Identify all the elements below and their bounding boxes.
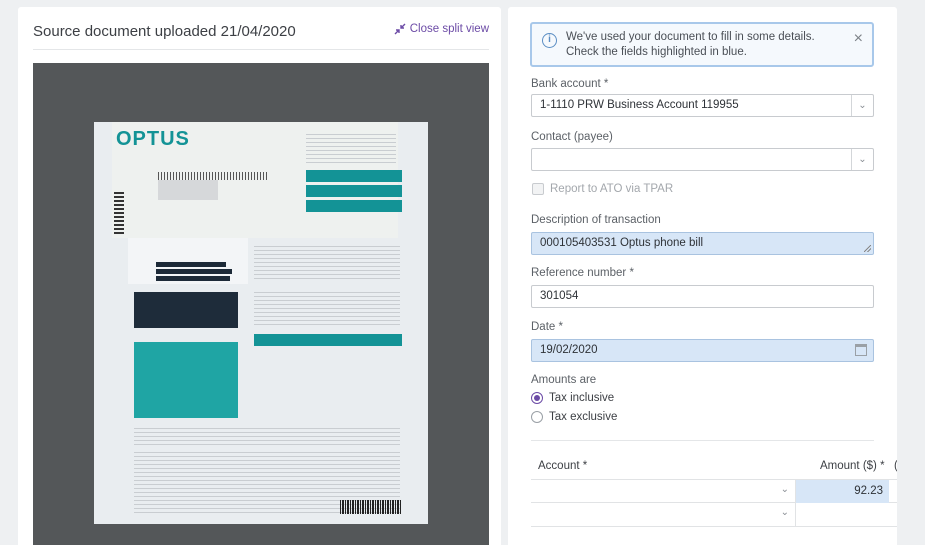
account-column-header: Account * (538, 460, 588, 472)
report-tpar-label: Report to ATO via TPAR (550, 183, 674, 195)
enquiries-lines (134, 428, 400, 446)
reference-number-input[interactable]: 301054 (531, 285, 874, 308)
contact-label: Contact (payee) (531, 131, 613, 143)
date-value: 19/02/2020 (540, 344, 598, 356)
autofill-message: We've used your document to fill in some… (566, 31, 815, 58)
this-bill-lines (254, 292, 400, 328)
total-account-balance-row (254, 334, 402, 346)
amount-input[interactable]: 92.23 (795, 480, 889, 503)
document-viewer[interactable]: OPTUS (33, 63, 489, 545)
resize-handle-icon[interactable] (864, 245, 871, 252)
table-row: ⌄ 92.23 (531, 479, 897, 503)
account-select[interactable]: ⌄ (531, 503, 795, 526)
description-label: Description of transaction (531, 214, 661, 226)
tax-inclusive-radio[interactable] (531, 392, 543, 404)
chat-advert (134, 292, 238, 328)
close-icon[interactable]: × (854, 30, 863, 48)
address-barcode (158, 172, 268, 180)
report-tpar-row[interactable]: Report to ATO via TPAR (532, 183, 673, 195)
chevron-down-icon[interactable]: ⌄ (851, 149, 873, 170)
tax-exclusive-radio[interactable] (531, 411, 543, 423)
bill-document-image: OPTUS (94, 122, 428, 524)
redacted-address (158, 180, 218, 200)
contact-select[interactable]: ⌄ (531, 148, 874, 171)
date-label: Date * (531, 321, 563, 333)
payment-barcode (340, 500, 402, 514)
table-row: ⌄ (531, 503, 897, 527)
close-split-view-label: Close split view (409, 23, 489, 35)
close-split-view-button[interactable]: Close split view (394, 23, 489, 35)
amount-column-header: Amount ($) * (820, 460, 885, 472)
source-document-title: Source document uploaded 21/04/2020 (33, 23, 296, 40)
reference-number-label: Reference number * (531, 267, 634, 279)
line-items-header: Account * Amount ($) * ( (531, 456, 897, 478)
invoice-info-lines (306, 134, 396, 166)
tax-inclusive-option[interactable]: Tax inclusive (531, 392, 614, 404)
extra-column-header: ( (894, 460, 897, 472)
section-divider (531, 440, 874, 441)
last-bill-summary-lines (254, 246, 400, 280)
amount-due-row (306, 185, 402, 197)
description-textarea[interactable]: 000105403531 Optus phone bill (531, 232, 874, 255)
header-divider (33, 49, 489, 50)
amounts-are-label: Amounts are (531, 374, 597, 386)
account-select[interactable]: ⌄ (531, 480, 795, 503)
autofill-info-banner: i We've used your document to fill in so… (530, 22, 874, 67)
charge-bar (156, 276, 230, 281)
due-date-row (306, 200, 402, 212)
calendar-icon[interactable] (855, 344, 867, 356)
account-number-row (306, 170, 402, 182)
transaction-form-panel: i We've used your document to fill in so… (508, 7, 897, 545)
bank-account-value: 1-1110 PRW Business Account 119955 (540, 99, 739, 111)
optus-app-advert (134, 342, 238, 418)
charge-bar (156, 262, 226, 267)
description-value: 000105403531 Optus phone bill (540, 237, 704, 249)
chevron-down-icon[interactable]: ⌄ (781, 484, 789, 495)
tax-exclusive-label: Tax exclusive (549, 411, 618, 423)
charge-bar (156, 269, 232, 274)
chevron-down-icon[interactable]: ⌄ (851, 95, 873, 116)
reference-number-value: 301054 (540, 290, 579, 302)
optus-logo: OPTUS (116, 128, 190, 150)
chevron-down-icon[interactable]: ⌄ (781, 507, 789, 518)
side-barcode (114, 192, 124, 236)
source-document-panel: Source document uploaded 21/04/2020 Clos… (18, 7, 501, 545)
info-icon: i (542, 33, 557, 48)
collapse-arrows-icon (394, 23, 406, 35)
amount-input[interactable] (795, 503, 889, 526)
tax-inclusive-label: Tax inclusive (549, 392, 615, 404)
bank-account-select[interactable]: 1-1110 PRW Business Account 119955 ⌄ (531, 94, 874, 117)
date-input[interactable]: 19/02/2020 (531, 339, 874, 362)
bank-account-label: Bank account * (531, 78, 609, 90)
report-tpar-checkbox[interactable] (532, 183, 544, 195)
tax-exclusive-option[interactable]: Tax exclusive (531, 411, 617, 423)
